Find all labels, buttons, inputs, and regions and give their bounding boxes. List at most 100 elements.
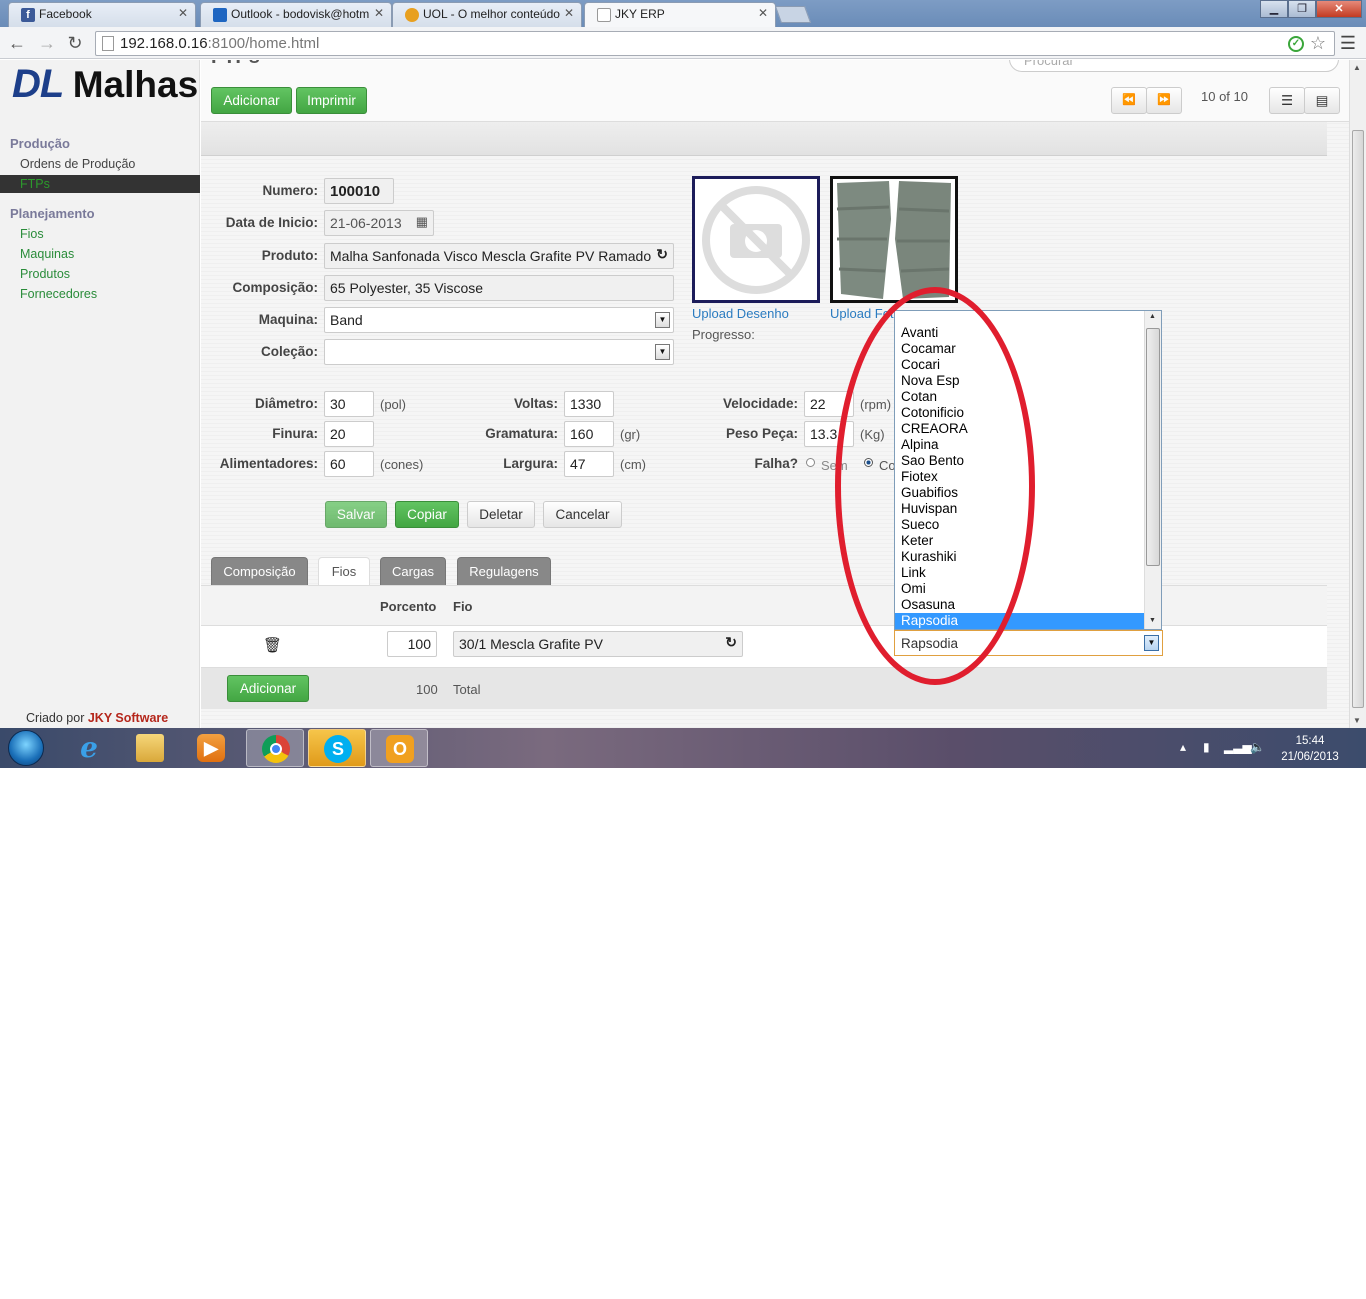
dropdown-option[interactable]: Sueco xyxy=(895,517,1145,533)
falha-com-radio[interactable] xyxy=(864,458,873,467)
new-tab-button[interactable] xyxy=(774,6,812,23)
finura-field[interactable]: 20 xyxy=(324,421,374,447)
tab-uol[interactable]: UOL - O melhor conteúdo ✕ xyxy=(392,2,582,27)
close-window-button[interactable]: ✕ xyxy=(1316,0,1362,18)
back-icon[interactable]: ← xyxy=(6,32,28,54)
falha-sem-radio[interactable] xyxy=(806,458,815,467)
start-button[interactable] xyxy=(8,730,44,766)
first-record-icon[interactable]: ⏪ xyxy=(1111,87,1147,114)
upload-foto-link[interactable]: Upload Foto xyxy=(830,306,901,321)
chevron-down-icon[interactable]: ▼ xyxy=(1144,635,1159,651)
dropdown-option[interactable]: Sao Bento xyxy=(895,453,1145,469)
address-bar[interactable]: 192.168.0.16:8100/home.html ✓ ☆ xyxy=(95,31,1335,56)
dropdown-option[interactable]: Cotonificio xyxy=(895,405,1145,421)
sidebar-item-ordens[interactable]: Ordens de Produção xyxy=(20,157,135,171)
save-button[interactable]: Salvar xyxy=(325,501,387,528)
dropdown-option[interactable]: Nova Esp xyxy=(895,373,1145,389)
search-input[interactable]: Procurar xyxy=(1009,60,1339,72)
scroll-up-icon[interactable]: ▲ xyxy=(1353,63,1361,72)
chevron-down-icon[interactable]: ▼ xyxy=(655,312,670,328)
tab-outlook[interactable]: Outlook - bodovisk@hotm ✕ xyxy=(200,2,392,27)
produto-field[interactable]: Malha Sanfonada Visco Mescla Grafite PV … xyxy=(324,243,674,269)
maquina-select[interactable]: Band ▼ xyxy=(324,307,674,333)
dropdown-option[interactable]: Cotan xyxy=(895,389,1145,405)
dropdown-option[interactable]: CREAORA xyxy=(895,421,1145,437)
dropdown-option[interactable]: Cocamar xyxy=(895,341,1145,357)
print-button[interactable]: Imprimir xyxy=(296,87,367,114)
fornecedor-select[interactable]: Rapsodia ▼ xyxy=(894,630,1163,656)
sidebar-item-fornecedores[interactable]: Fornecedores xyxy=(20,287,97,301)
data-inicio-field[interactable]: 21-06-2013 ▦ xyxy=(324,210,434,236)
list-view-icon[interactable]: ☰ xyxy=(1269,87,1305,114)
sidebar-item-ftps[interactable]: FTPs xyxy=(0,175,200,193)
menu-icon[interactable]: ☰ xyxy=(1340,33,1356,54)
minimize-button[interactable]: ▁ xyxy=(1260,0,1288,18)
dropdown-option[interactable]: Avanti xyxy=(895,325,1145,341)
battery-icon[interactable]: ▮ xyxy=(1203,740,1210,754)
dropdown-option[interactable]: Omi xyxy=(895,581,1145,597)
largura-field[interactable]: 47 xyxy=(564,451,614,477)
close-icon[interactable]: ✕ xyxy=(178,6,188,20)
dropdown-scroll-thumb[interactable] xyxy=(1146,328,1160,566)
cancel-button[interactable]: Cancelar xyxy=(543,501,622,528)
forward-icon[interactable]: → xyxy=(36,32,58,54)
fornecedor-dropdown-list[interactable]: Avanti Cocamar Cocari Nova Esp Cotan Cotonifi… xyxy=(894,310,1162,630)
bookmark-star-icon[interactable]: ☆ xyxy=(1310,32,1326,55)
dropdown-option[interactable]: Huvispan xyxy=(895,501,1145,517)
dropdown-option[interactable]: Fiotex xyxy=(895,469,1145,485)
dropdown-option[interactable]: Kurashiki xyxy=(895,549,1145,565)
lookup-icon[interactable]: ↻ xyxy=(656,246,668,263)
chevron-down-icon[interactable]: ▼ xyxy=(655,344,670,360)
dropdown-option[interactable]: Link xyxy=(895,565,1145,581)
add-button[interactable]: Adicionar xyxy=(211,87,292,114)
alimentadores-field[interactable]: 60 xyxy=(324,451,374,477)
close-icon[interactable]: ✕ xyxy=(758,6,768,20)
dropdown-option[interactable]: Cocari xyxy=(895,357,1145,373)
delete-button[interactable]: Deletar xyxy=(467,501,535,528)
close-icon[interactable]: ✕ xyxy=(564,6,574,20)
sidebar-item-produtos[interactable]: Produtos xyxy=(20,267,70,281)
dropdown-option[interactable]: Rapsodia xyxy=(895,613,1145,629)
tab-jky-erp[interactable]: JKY ERP ✕ xyxy=(584,2,776,27)
diametro-field[interactable]: 30 xyxy=(324,391,374,417)
clock[interactable]: 15:44 21/06/2013 xyxy=(1270,733,1350,765)
tab-facebook[interactable]: f Facebook ✕ xyxy=(8,2,196,27)
scroll-down-icon[interactable]: ▼ xyxy=(1149,617,1156,624)
dropdown-option[interactable]: Alpina xyxy=(895,437,1145,453)
taskbar-explorer[interactable] xyxy=(121,729,179,767)
reload-icon[interactable]: ↻ xyxy=(64,32,86,54)
velocidade-field[interactable]: 22 xyxy=(804,391,854,417)
peso-field[interactable]: 13.3 xyxy=(804,421,854,447)
upload-desenho-link[interactable]: Upload Desenho xyxy=(692,306,789,321)
colecao-select[interactable]: ▼ xyxy=(324,339,674,365)
dropdown-option[interactable]: Keter xyxy=(895,533,1145,549)
maximize-button[interactable]: ❐ xyxy=(1288,0,1316,18)
network-icon[interactable]: ▂▃▅ xyxy=(1224,740,1252,754)
copy-button[interactable]: Copiar xyxy=(395,501,459,528)
dropdown-scrollbar[interactable]: ▲ ▼ xyxy=(1144,311,1161,629)
dropdown-option[interactable]: Osasuna xyxy=(895,597,1145,613)
taskbar-outlook[interactable]: O xyxy=(370,729,428,767)
dropdown-option[interactable]: Guabifios xyxy=(895,485,1145,501)
voltas-field[interactable]: 1330 xyxy=(564,391,614,417)
close-icon[interactable]: ✕ xyxy=(374,6,384,20)
calendar-icon[interactable]: ▦ xyxy=(416,214,428,230)
sidebar-item-fios[interactable]: Fios xyxy=(20,227,44,241)
taskbar-media[interactable]: ▶ xyxy=(182,729,240,767)
show-hidden-icons[interactable]: ▴ xyxy=(1180,740,1186,754)
taskbar-ie[interactable]: e xyxy=(60,729,118,767)
add-fio-button[interactable]: Adicionar xyxy=(227,675,309,702)
sidebar-item-maquinas[interactable]: Maquinas xyxy=(20,247,74,261)
credit-brand-link[interactable]: JKY Software xyxy=(88,711,168,725)
next-record-icon[interactable]: ⏩ xyxy=(1146,87,1182,114)
checkmark-icon[interactable]: ✓ xyxy=(1288,36,1304,52)
form-view-icon[interactable]: ▤ xyxy=(1304,87,1340,114)
gramatura-field[interactable]: 160 xyxy=(564,421,614,447)
volume-icon[interactable]: 🔈 xyxy=(1250,740,1265,754)
page-scrollbar[interactable]: ▲ ▼ xyxy=(1349,60,1366,728)
scroll-up-icon[interactable]: ▲ xyxy=(1149,313,1156,320)
taskbar-skype[interactable]: S xyxy=(308,729,366,767)
scroll-down-icon[interactable]: ▼ xyxy=(1353,716,1361,725)
scrollbar-thumb[interactable] xyxy=(1352,130,1364,708)
taskbar-chrome[interactable] xyxy=(246,729,304,767)
